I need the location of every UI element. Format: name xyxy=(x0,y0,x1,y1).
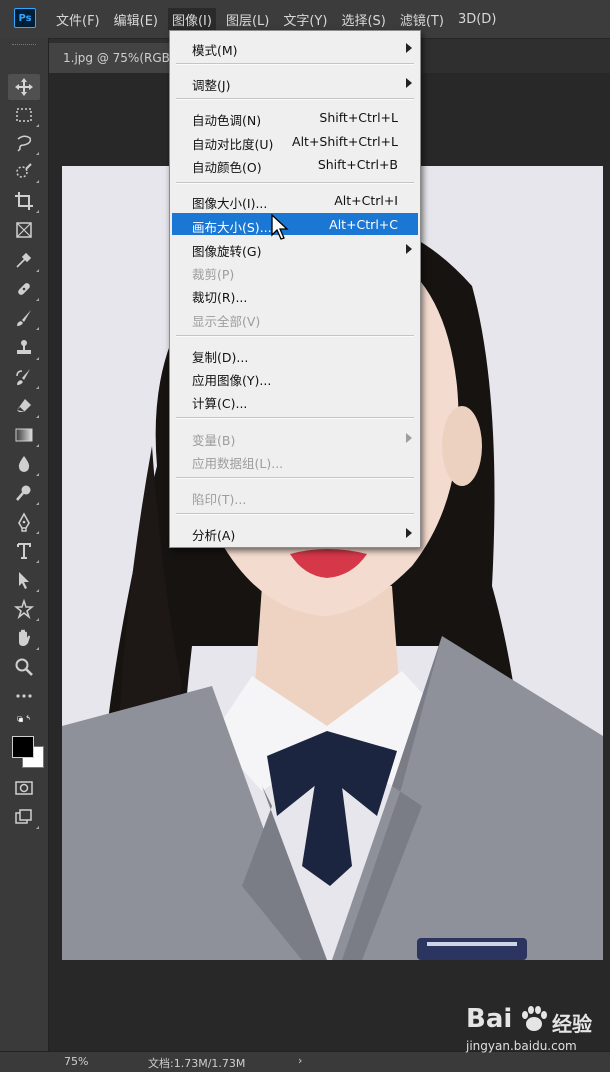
menu-select[interactable]: 选择(S) xyxy=(341,10,385,29)
menu-item-trap[interactable]: 陷印(T)... xyxy=(172,485,418,507)
frame-tool-icon[interactable] xyxy=(8,217,40,243)
swap-colors-icon[interactable] xyxy=(8,712,40,730)
move-tool-icon[interactable] xyxy=(8,74,40,100)
menu-layer[interactable]: 图层(L) xyxy=(226,10,269,29)
submenu-arrow-icon xyxy=(406,433,412,443)
paw-logo-icon xyxy=(522,1006,547,1031)
brush-tool-icon[interactable] xyxy=(8,305,40,331)
menu-item-duplicate[interactable]: 复制(D)... xyxy=(172,343,418,365)
menu-item-mode[interactable]: 模式(M) xyxy=(172,36,418,58)
image-menu-dropdown: 模式(M) 调整(J) 自动色调(N) Shift+Ctrl+L 自动对比度(U)… xyxy=(169,30,421,548)
custom-shape-tool-icon[interactable] xyxy=(8,596,40,622)
status-menu-arrow-icon[interactable]: › xyxy=(298,1054,302,1067)
menu-item-reveal-all[interactable]: 显示全部(V) xyxy=(172,307,418,329)
menu-type[interactable]: 文字(Y) xyxy=(283,10,327,29)
screen-mode-icon[interactable] xyxy=(8,804,40,830)
more-tools-icon[interactable] xyxy=(8,683,40,709)
menu-item-auto-contrast[interactable]: 自动对比度(U) Alt+Shift+Ctrl+L xyxy=(172,130,418,152)
watermark-cn-text: 经验 xyxy=(552,1012,592,1036)
clone-stamp-tool-icon[interactable] xyxy=(8,335,40,361)
gradient-tool-icon[interactable] xyxy=(8,422,40,448)
menu-file[interactable]: 文件(F) xyxy=(56,10,100,29)
eyedropper-tool-icon[interactable] xyxy=(8,247,40,273)
type-tool-icon[interactable] xyxy=(8,538,40,564)
blur-tool-icon[interactable] xyxy=(8,451,40,477)
quick-mask-icon[interactable] xyxy=(8,775,40,801)
dodge-tool-icon[interactable] xyxy=(8,480,40,506)
menu-item-auto-color[interactable]: 自动颜色(O) Shift+Ctrl+B xyxy=(172,153,418,175)
menu-separator xyxy=(176,417,414,419)
watermark-url: jingyan.baidu.com xyxy=(466,1039,577,1053)
menu-item-trim[interactable]: 裁切(R)... xyxy=(172,283,418,305)
path-selection-tool-icon[interactable] xyxy=(8,567,40,593)
crop-tool-icon[interactable] xyxy=(8,188,40,214)
menu-item-adjustments[interactable]: 调整(J) xyxy=(172,71,418,93)
tools-panel xyxy=(0,38,49,1051)
menu-item-image-rotation[interactable]: 图像旋转(G) xyxy=(172,237,418,259)
history-brush-tool-icon[interactable] xyxy=(8,364,40,390)
submenu-arrow-icon xyxy=(406,528,412,538)
menu-separator xyxy=(176,513,414,515)
hand-tool-icon[interactable] xyxy=(8,625,40,651)
zoom-level[interactable]: 75% xyxy=(64,1055,88,1068)
pen-tool-icon[interactable] xyxy=(8,509,40,535)
lasso-tool-icon[interactable] xyxy=(8,130,40,156)
menu-separator xyxy=(176,98,414,100)
menu-item-variables[interactable]: 变量(B) xyxy=(172,426,418,448)
toolbar-grip[interactable] xyxy=(12,44,36,48)
zoom-tool-icon[interactable] xyxy=(8,654,40,680)
menu-separator xyxy=(176,477,414,479)
marquee-tool-icon[interactable] xyxy=(8,102,40,128)
watermark-logo-text: Bai xyxy=(466,1004,513,1034)
menu-item-apply-image[interactable]: 应用图像(Y)... xyxy=(172,366,418,388)
baidu-watermark: Bai 经验 jingyan.baidu.com xyxy=(466,1004,606,1058)
menu-item-analysis[interactable]: 分析(A) xyxy=(172,521,418,543)
submenu-arrow-icon xyxy=(406,78,412,88)
menu-filter[interactable]: 滤镜(T) xyxy=(400,10,444,29)
menu-item-calculations[interactable]: 计算(C)... xyxy=(172,389,418,411)
menu-item-image-size[interactable]: 图像大小(I)... Alt+Ctrl+I xyxy=(172,189,418,211)
menu-separator xyxy=(176,63,414,65)
menu-item-apply-data-set[interactable]: 应用数据组(L)... xyxy=(172,449,418,471)
mouse-pointer-icon xyxy=(271,214,289,240)
menu-image[interactable]: 图像(I) xyxy=(167,7,216,31)
menu-separator xyxy=(176,182,414,184)
document-info: 文档:1.73M/1.73M xyxy=(148,1057,246,1070)
menu-separator xyxy=(176,335,414,337)
menu-item-crop[interactable]: 裁剪(P) xyxy=(172,260,418,282)
healing-brush-tool-icon[interactable] xyxy=(8,276,40,302)
submenu-arrow-icon xyxy=(406,244,412,254)
menu-edit[interactable]: 编辑(E) xyxy=(114,10,158,29)
photoshop-logo: Ps xyxy=(14,8,36,28)
menu-item-canvas-size[interactable]: 画布大小(S)... Alt+Ctrl+C xyxy=(172,213,418,235)
foreground-color-swatch[interactable] xyxy=(12,736,34,758)
quick-selection-tool-icon[interactable] xyxy=(8,158,40,184)
color-swatches[interactable] xyxy=(8,732,44,772)
menu-3d[interactable]: 3D(D) xyxy=(458,12,496,27)
menu-item-auto-tone[interactable]: 自动色调(N) Shift+Ctrl+L xyxy=(172,106,418,128)
submenu-arrow-icon xyxy=(406,43,412,53)
eraser-tool-icon[interactable] xyxy=(8,393,40,419)
